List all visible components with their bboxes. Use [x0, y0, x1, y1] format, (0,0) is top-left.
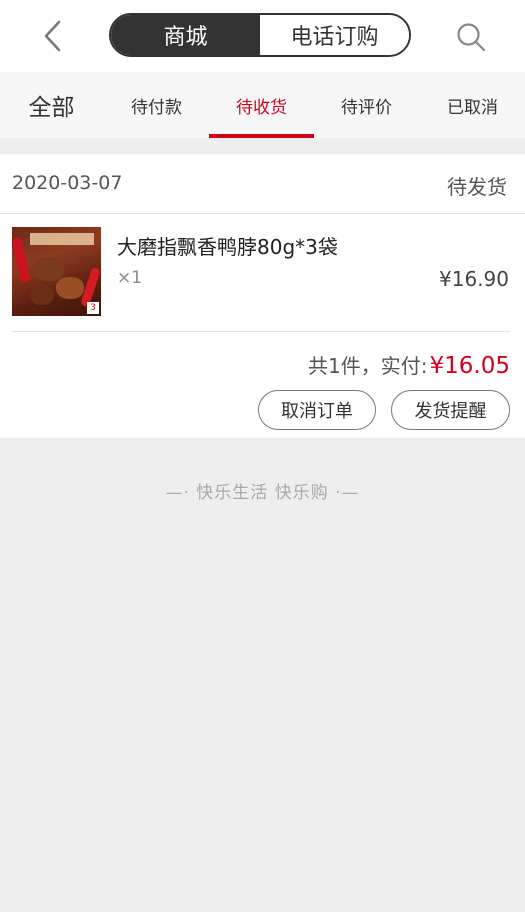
chevron-left-icon [44, 20, 61, 52]
product-name[interactable]: 大磨指飘香鸭脖80g*3袋 [117, 231, 338, 260]
tab-pending-receipt[interactable]: 待收货 [209, 72, 314, 138]
product-quantity: ×1 [117, 268, 143, 288]
divider [12, 331, 510, 332]
cancel-order-button[interactable]: 取消订单 [258, 390, 376, 430]
summary-label: 共1件，实付: [308, 354, 428, 378]
product-price: ¥16.90 [439, 267, 509, 291]
summary-amount: ¥16.05 [429, 353, 510, 379]
order-summary: 共1件，实付: ¥16.05 [308, 350, 510, 379]
segmented-control: 商城 电话订购 [109, 13, 411, 57]
search-button[interactable] [452, 18, 490, 56]
tab-cancelled[interactable]: 已取消 [420, 72, 525, 138]
order-status-tabs: 全部 待付款 待收货 待评价 已取消 [0, 72, 525, 138]
shipping-reminder-button[interactable]: 发货提醒 [391, 390, 510, 430]
tab-pending-payment[interactable]: 待付款 [104, 72, 209, 138]
top-bar: 商城 电话订购 [0, 0, 525, 72]
order-date: 2020-03-07 [12, 172, 123, 194]
divider [0, 213, 525, 214]
footer-slogan: —· 快乐生活 快乐购 ·— [165, 483, 360, 503]
tab-pending-review[interactable]: 待评价 [314, 72, 419, 138]
search-icon [457, 23, 486, 52]
segment-tab-mall[interactable]: 商城 [111, 15, 260, 55]
product-image[interactable]: 3 [12, 227, 101, 316]
order-card[interactable]: 2020-03-07 待发货 3 大磨指飘香鸭脖80g*3袋 ×1 ¥16.90… [0, 154, 525, 438]
segment-tab-phone-order[interactable]: 电话订购 [260, 15, 409, 55]
order-status: 待发货 [447, 175, 507, 199]
back-button[interactable] [34, 18, 70, 54]
active-tab-indicator [209, 134, 314, 138]
tab-all[interactable]: 全部 [0, 72, 103, 138]
